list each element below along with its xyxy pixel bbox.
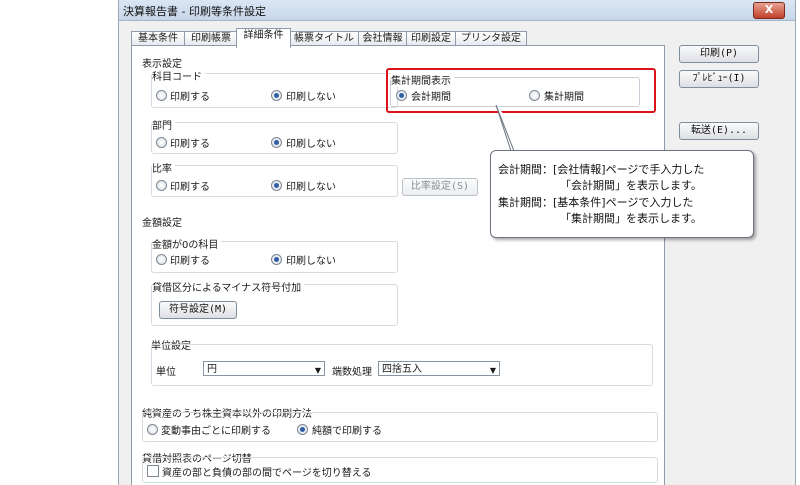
- minus-sign-group: 貸借区分によるマイナス符号付加 符号設定(M): [151, 279, 398, 326]
- subject-code-label: 科目コード: [152, 68, 205, 83]
- rounding-select-value: 四捨五入: [382, 364, 422, 375]
- unit-select[interactable]: 円 ▼: [203, 361, 325, 376]
- callout-pointer: [495, 104, 534, 152]
- balance-page-checkbox-label: 資産の部と負債の部の間でページを切り替える: [162, 468, 372, 479]
- department-noprint-label: 印刷しない: [286, 139, 336, 150]
- close-button[interactable]: X: [753, 2, 785, 19]
- tab-detail-conditions[interactable]: 詳細条件: [236, 28, 291, 48]
- unit-label: 単位: [156, 367, 176, 378]
- callout-line-1: 会計期間：[会社情報]ページで手入力した: [498, 163, 705, 176]
- department-noprint-radio[interactable]: [271, 137, 282, 148]
- net-assets-each-radio[interactable]: [147, 424, 158, 435]
- zero-amount-noprint-radio[interactable]: [271, 254, 282, 265]
- zero-amount-print-radio[interactable]: [156, 254, 167, 265]
- chevron-down-icon: ▼: [489, 366, 496, 375]
- ratio-print-radio[interactable]: [156, 180, 167, 191]
- callout-line-4: 「集計期間」を表示します。: [560, 212, 702, 225]
- callout-box: 会計期間：[会社情報]ページで手入力した 「会計期間」を表示します。 集計期間：…: [490, 150, 754, 238]
- minus-sign-label: 貸借区分によるマイナス符号付加: [152, 279, 305, 294]
- callout-line-3: 集計期間：[基本条件]ページで入力した: [498, 196, 694, 209]
- balance-page-checkbox[interactable]: [147, 465, 159, 477]
- callout-line-2: 「会計期間」を表示します。: [560, 179, 702, 192]
- sign-settings-button[interactable]: 符号設定(M): [159, 301, 237, 319]
- zero-amount-label: 金額が0の科目: [152, 236, 222, 251]
- net-assets-group: 変動事由ごとに印刷する 純額で印刷する: [142, 412, 658, 442]
- ratio-noprint-radio[interactable]: [271, 180, 282, 191]
- department-group: 部門 印刷する 印刷しない: [151, 117, 398, 154]
- transfer-button[interactable]: 転送(E)...: [679, 122, 759, 140]
- ratio-settings-button[interactable]: 比率設定(S): [402, 178, 478, 196]
- rounding-label: 端数処理: [332, 367, 372, 378]
- zero-amount-noprint-label: 印刷しない: [286, 256, 336, 267]
- net-assets-total-radio[interactable]: [297, 424, 308, 435]
- subject-code-noprint-radio[interactable]: [271, 90, 282, 101]
- subject-code-noprint-label: 印刷しない: [286, 92, 336, 103]
- ratio-label: 比率: [152, 160, 175, 175]
- subject-code-print-radio[interactable]: [156, 90, 167, 101]
- zero-amount-print-label: 印刷する: [170, 256, 210, 267]
- ratio-print-label: 印刷する: [170, 182, 210, 193]
- balance-page-group: 資産の部と負債の部の間でページを切り替える: [142, 457, 658, 483]
- title-bar: 決算報告書 - 印刷等条件設定 X: [119, 0, 795, 21]
- amount-settings-title: 金額設定: [142, 218, 182, 229]
- preview-button[interactable]: ﾌﾟﾚﾋﾞｭｰ(I): [679, 70, 759, 88]
- unit-select-value: 円: [207, 364, 217, 375]
- department-print-label: 印刷する: [170, 139, 210, 150]
- subject-code-print-label: 印刷する: [170, 92, 210, 103]
- unit-settings-group: 単位 円 ▼ 端数処理 四捨五入 ▼: [151, 344, 653, 386]
- net-assets-each-label: 変動事由ごとに印刷する: [161, 426, 271, 437]
- net-assets-total-label: 純額で印刷する: [312, 426, 382, 437]
- print-button[interactable]: 印刷(P): [679, 45, 759, 63]
- subject-code-group: 科目コード 印刷する 印刷しない: [151, 68, 398, 108]
- department-label: 部門: [152, 117, 175, 132]
- chevron-down-icon: ▼: [314, 366, 321, 375]
- ratio-group: 比率 印刷する 印刷しない: [151, 160, 398, 197]
- rounding-select[interactable]: 四捨五入 ▼: [378, 361, 500, 376]
- department-print-radio[interactable]: [156, 137, 167, 148]
- ratio-noprint-label: 印刷しない: [286, 182, 336, 193]
- window-title: 決算報告書 - 印刷等条件設定: [123, 5, 266, 18]
- zero-amount-group: 金額が0の科目 印刷する 印刷しない: [151, 236, 398, 273]
